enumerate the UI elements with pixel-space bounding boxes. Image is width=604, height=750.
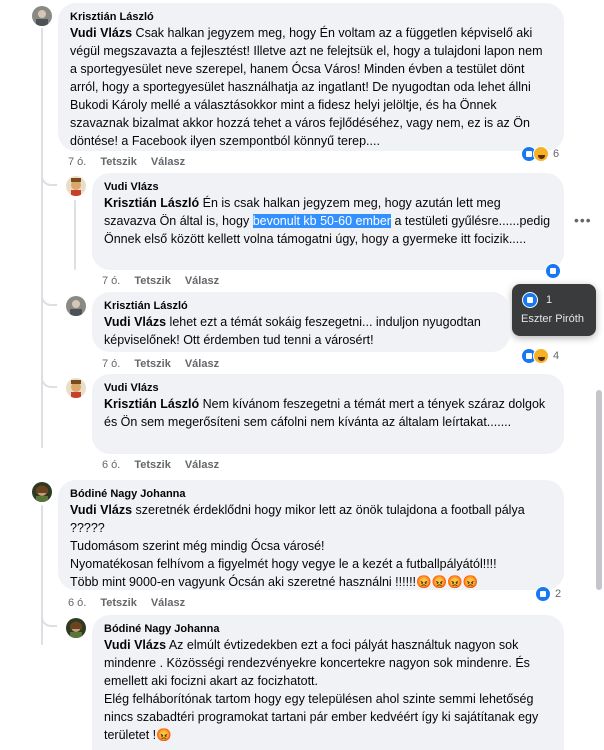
highlighted-text: bevonult kb 50-60 ember: [252, 214, 391, 228]
comment-time[interactable]: 6 ó.: [68, 597, 86, 609]
comment-bubble: Vudi Vlázs Krisztián László Nem kívánom …: [92, 374, 564, 454]
comment-text: Krisztián László Én is csak halkan jegyz…: [104, 196, 551, 246]
thread-line: [74, 200, 76, 270]
comment-time[interactable]: 7 ó.: [102, 358, 120, 370]
avatar[interactable]: [66, 378, 86, 398]
reply-button[interactable]: Válasz: [185, 275, 219, 287]
reaction-count: 2: [555, 588, 562, 600]
avatar[interactable]: [66, 176, 86, 196]
thread-line: [41, 505, 43, 645]
more-options-icon[interactable]: •••: [574, 212, 592, 228]
comment-author[interactable]: Krisztián László: [104, 299, 498, 313]
comment-text: Vudi Vlázs Az elmúlt évtizedekben ezt a …: [104, 638, 539, 742]
mention-tag[interactable]: Vudi Vlázs: [70, 503, 132, 517]
like-reaction-icon: [522, 292, 538, 308]
comment-actions: 7 ó. Tetszik Válasz: [68, 155, 199, 169]
comment-actions: 7 ó. Tetszik Válasz: [102, 274, 233, 288]
thread-connector: [41, 290, 57, 306]
comment-actions: 6 ó. Tetszik Válasz: [68, 596, 199, 610]
reaction-count: 6: [553, 148, 560, 160]
comment-bubble: Vudi Vlázs Krisztián László Én is csak h…: [92, 173, 564, 270]
comment-text: Krisztián László Nem kívánom feszegetni …: [104, 397, 546, 429]
avatar[interactable]: [32, 6, 52, 26]
reaction-tooltip: 1 Eszter Piróth: [512, 284, 596, 336]
comment-bubble: Bódiné Nagy Johanna Vudi Vlázs szeretnék…: [58, 480, 564, 590]
thread-connector: [41, 611, 57, 627]
comment-author[interactable]: Krisztián László: [70, 10, 552, 24]
like-button[interactable]: Tetszik: [134, 459, 170, 471]
mention-tag[interactable]: Vudi Vlázs: [70, 26, 132, 40]
thread-connector: [41, 372, 57, 388]
avatar[interactable]: [66, 296, 86, 316]
comment-actions: 6 ó. Tetszik Válasz: [102, 458, 233, 472]
comment-author[interactable]: Vudi Vlázs: [104, 381, 552, 395]
mention-tag[interactable]: Vudi Vlázs: [104, 315, 166, 329]
haha-reaction-icon: [533, 146, 549, 162]
comment-bubble: Krisztián László Vudi Vlázs Csak halkan …: [58, 3, 564, 151]
haha-reaction-icon: [533, 348, 549, 364]
avatar[interactable]: [32, 482, 52, 502]
reaction-summary[interactable]: 2: [535, 586, 561, 602]
thread-connector: [41, 170, 57, 186]
comment-text: Vudi Vlázs lehet ezt a témát sokáig fesz…: [104, 315, 481, 347]
reaction-summary[interactable]: [545, 263, 561, 279]
comment-author[interactable]: Vudi Vlázs: [104, 180, 552, 194]
like-reaction-icon: [545, 263, 561, 279]
mention-tag[interactable]: Krisztián László: [104, 196, 199, 210]
like-button[interactable]: Tetszik: [100, 597, 136, 609]
mention-tag[interactable]: Krisztián László: [104, 397, 199, 411]
comment-author[interactable]: Bódiné Nagy Johanna: [70, 487, 552, 501]
scrollbar[interactable]: [596, 390, 602, 590]
tooltip-name: Eszter Piróth: [521, 313, 584, 325]
comment-bubble: Bódiné Nagy Johanna Vudi Vlázs Az elmúlt…: [92, 615, 564, 750]
avatar[interactable]: [66, 618, 86, 638]
comment-actions: 7 ó. Tetszik Válasz: [102, 357, 233, 371]
like-reaction-icon: [535, 586, 551, 602]
comment-text: Vudi Vlázs szeretnék érdeklődni hogy mik…: [70, 503, 525, 589]
mention-tag[interactable]: Vudi Vlázs: [104, 638, 166, 652]
like-button[interactable]: Tetszik: [134, 358, 170, 370]
comment-time[interactable]: 7 ó.: [102, 275, 120, 287]
reaction-summary[interactable]: 4: [521, 348, 559, 364]
reply-button[interactable]: Válasz: [151, 156, 185, 168]
thread-line: [41, 28, 43, 448]
tooltip-count: 1: [546, 294, 553, 306]
comment-author[interactable]: Bódiné Nagy Johanna: [104, 622, 552, 636]
comment-text: Vudi Vlázs Csak halkan jegyzem meg, hogy…: [70, 26, 543, 148]
comment-time[interactable]: 6 ó.: [102, 459, 120, 471]
reaction-count: 4: [553, 350, 560, 362]
reply-button[interactable]: Válasz: [185, 358, 219, 370]
comment-time[interactable]: 7 ó.: [68, 156, 86, 168]
like-button[interactable]: Tetszik: [100, 156, 136, 168]
reply-button[interactable]: Válasz: [185, 459, 219, 471]
comment-bubble: Krisztián László Vudi Vlázs lehet ezt a …: [92, 292, 510, 352]
like-button[interactable]: Tetszik: [134, 275, 170, 287]
reply-button[interactable]: Válasz: [151, 597, 185, 609]
reaction-summary[interactable]: 6: [521, 146, 559, 162]
